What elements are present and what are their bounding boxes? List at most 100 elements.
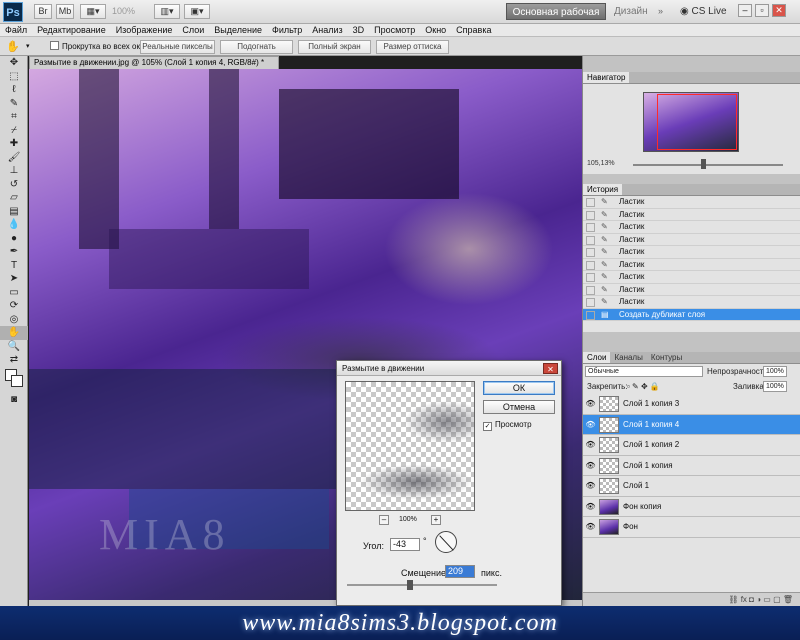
menu-image[interactable]: Изображение [111,24,178,36]
eye-icon[interactable]: 👁 [585,522,596,531]
screen-mode-button[interactable]: ▣▾ [184,4,210,19]
navigator-zoom-slider[interactable] [633,164,783,166]
blur-icon[interactable]: 💧 [0,218,28,232]
history-brush-icon[interactable]: ↺ [0,178,28,192]
link-icon[interactable]: ⛓ [728,595,740,604]
workspace-button[interactable]: Основная рабочая среда [506,3,606,35]
zoom-icon[interactable]: 🔍 [0,340,28,354]
distance-input[interactable]: 209 [445,565,475,578]
history-snapshot-box[interactable] [586,223,595,232]
history-item[interactable]: ✎ Ластик [583,284,800,296]
type-icon[interactable]: T [0,259,28,273]
zoom-out-button[interactable]: – [379,515,389,525]
view-extras-button[interactable]: ▦▾ [80,4,106,19]
cancel-button[interactable]: Отмена [483,400,555,414]
menu-filter[interactable]: Фильтр [267,24,307,36]
fill-input[interactable]: 100% [763,381,787,392]
history-snapshot-box[interactable] [586,273,595,282]
gradient-icon[interactable]: ▤ [0,205,28,219]
new-layer-icon[interactable]: ▢ [773,595,783,604]
actual-pixels-button[interactable]: Реальные пикселы [140,40,215,54]
fx-icon[interactable]: fx [741,595,749,604]
path-select-icon[interactable]: ➤ [0,272,28,286]
workspace-menu-icon[interactable]: » [658,6,663,16]
print-size-button[interactable]: Размер оттиска [376,40,449,54]
menu-file[interactable]: Файл [0,24,32,36]
layer-row[interactable]: 👁 Слой 1 копия 3 [583,394,800,415]
trash-icon[interactable]: 🗑 [783,595,793,604]
menu-select[interactable]: Выделение [209,24,267,36]
zoom-level[interactable]: 100% [112,6,135,16]
zoom-in-button[interactable]: + [431,515,441,525]
history-item[interactable]: ✎ Ластик [583,259,800,271]
layer-row-active[interactable]: 👁 Слой 1 копия 4 [583,414,800,435]
menu-layer[interactable]: Слои [177,24,209,36]
dodge-icon[interactable]: ● [0,232,28,246]
minimize-button[interactable]: – [738,4,752,17]
menu-edit[interactable]: Редактирование [32,24,111,36]
eye-icon[interactable]: 👁 [585,502,596,511]
history-item[interactable]: ✎ Ластик [583,196,800,209]
history-snapshot-box[interactable] [586,298,595,307]
arrange-docs-button[interactable]: ▥▾ [154,4,180,19]
eyedropper-icon[interactable]: ⌿ [0,124,28,138]
tab-layers[interactable]: Слои [583,352,611,363]
menu-help[interactable]: Справка [451,24,496,36]
full-screen-button[interactable]: Полный экран [298,40,371,54]
menu-view[interactable]: Просмотр [369,24,420,36]
blur-preview[interactable] [345,381,475,511]
history-snapshot-box[interactable] [586,285,595,295]
preview-checkbox[interactable]: ✓ Просмотр [483,420,532,431]
history-item[interactable]: ✎ Ластик [583,296,800,309]
bridge-button[interactable]: Br [34,4,52,19]
swap-colors-icon[interactable]: ⇄ [0,353,28,367]
history-item-active[interactable]: ▤ Создать дубликат слоя [583,308,800,321]
stamp-icon[interactable]: ⊥ [0,164,28,178]
scroll-all-checkbox[interactable]: Прокрутка во всех окнах [50,41,153,51]
history-snapshot-box[interactable] [586,310,595,320]
layer-row[interactable]: 👁 Слой 1 [583,476,800,497]
pen-icon[interactable]: ✒ [0,245,28,259]
tool-preset-arrow-icon[interactable]: ▾ [26,42,30,50]
navigator-zoom[interactable]: 105,13% [587,160,615,167]
cs-live-button[interactable]: ◉ CS Live [680,6,727,17]
history-snapshot-box[interactable] [586,235,595,245]
layer-row[interactable]: 👁 Фон копия [583,497,800,517]
tab-paths[interactable]: Контуры [647,352,686,363]
history-snapshot-box[interactable] [586,210,595,220]
eye-icon[interactable]: 👁 [585,461,596,470]
lasso-icon[interactable]: ℓ [0,83,28,97]
marquee-icon[interactable]: ⬚ [0,70,28,84]
tab-navigator[interactable]: Навигатор [583,72,630,83]
blend-mode-select[interactable]: Обычные [585,366,703,377]
history-snapshot-box[interactable] [586,198,595,207]
eye-icon[interactable]: 👁 [585,420,596,429]
eye-icon[interactable]: 👁 [585,481,596,490]
color-swatches[interactable] [0,367,28,393]
minibridge-button[interactable]: Mb [56,4,74,19]
hand-icon[interactable]: ✋ [6,40,20,53]
tab-channels[interactable]: Каналы [610,352,646,363]
document-tab[interactable]: Размытие в движении.jpg @ 105% (Слой 1 к… [29,56,279,69]
layer-row[interactable]: 👁 Слой 1 копия 2 [583,435,800,456]
move-icon[interactable]: ✥ [0,56,28,70]
shape-icon[interactable]: ▭ [0,286,28,300]
folder-icon[interactable]: ▭ [763,595,773,604]
tab-history[interactable]: История [583,184,623,195]
history-item[interactable]: ✎ Ластик [583,221,800,234]
background-color[interactable] [11,374,23,387]
menu-window[interactable]: Окно [420,24,451,36]
close-window-button[interactable]: ✕ [772,4,786,17]
eraser-icon[interactable]: ▱ [0,191,28,205]
history-item[interactable]: ✎ Ластик [583,271,800,284]
ok-button[interactable]: ОК [483,381,555,395]
close-icon[interactable]: ✕ [543,363,558,374]
quick-mask-icon[interactable]: ◙ [0,393,28,407]
eye-icon[interactable]: 👁 [585,440,596,449]
history-snapshot-box[interactable] [586,248,595,257]
eye-icon[interactable]: 👁 [585,399,596,408]
history-item[interactable]: ✎ Ластик [583,234,800,246]
3d-orbit-icon[interactable]: ◎ [0,313,28,327]
history-item[interactable]: ✎ Ластик [583,246,800,259]
heal-icon[interactable]: ✚ [0,137,28,151]
